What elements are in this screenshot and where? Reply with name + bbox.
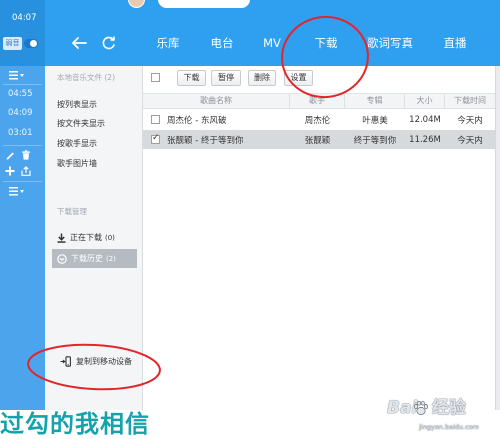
cell-singer: 张靓颖 <box>304 135 331 146</box>
copy-to-device-button[interactable]: 复制到移动设备 <box>60 355 132 367</box>
playlist-menu-button[interactable] <box>9 187 25 196</box>
sidebar-item-list-view[interactable]: 按列表显示 <box>57 100 97 110</box>
avatar[interactable] <box>128 0 145 8</box>
column-header-download-time[interactable]: 下载时间 <box>445 94 495 108</box>
cell-album: 叶惠美 <box>362 115 388 126</box>
phone-transfer-icon <box>60 355 71 367</box>
history-icon <box>57 253 67 264</box>
tab-lyrics-photo[interactable]: 歌词写真 <box>367 35 413 51</box>
toggle-knob <box>30 40 37 47</box>
cell-size: 12.04M <box>409 114 441 125</box>
column-header-song-name[interactable]: 歌曲名称 <box>143 94 290 108</box>
sidebar-item-folder-view[interactable]: 按文件夹显示 <box>57 119 105 129</box>
row-checkbox[interactable] <box>151 133 160 144</box>
playlist-rail: 04:07 弱音 04:55 04:09 03:01 <box>0 0 45 410</box>
cell-song-name: 周杰伦 - 东风破 <box>167 115 227 126</box>
download-icon <box>57 233 66 243</box>
sidebar-item-singer-photo-wall[interactable]: 歌手图片墙 <box>57 159 97 169</box>
divider <box>3 84 42 85</box>
select-all-checkbox[interactable] <box>151 73 160 82</box>
cell-song-name: 张靓颖 - 终于等到你 <box>167 135 244 146</box>
toggle-track <box>24 39 38 48</box>
download-history-panel: 下载 暂停 删除 设置 歌曲名称 歌手 专辑 大小 下载时间 周杰伦 - 东风破… <box>143 66 495 410</box>
track-duration[interactable]: 03:01 <box>8 128 33 138</box>
trash-icon <box>22 150 30 160</box>
delete-button[interactable]: 删除 <box>248 70 276 86</box>
cell-album: 终于等到你 <box>353 135 397 146</box>
tab-live[interactable]: 直播 <box>444 35 467 51</box>
video-caption: 过勾的我相信 <box>0 410 150 438</box>
cell-size: 11.26M <box>409 134 441 145</box>
track-duration[interactable]: 04:55 <box>8 89 33 99</box>
row-checkbox-cell <box>143 115 165 124</box>
sidebar: 本地音乐文件 (2) 按列表显示 按文件夹显示 按歌手显示 歌手图片墙 下载管理… <box>45 66 143 410</box>
table-row[interactable]: 张靓颖 - 终于等到你 张靓颖 终于等到你 11.26M 今天内 <box>143 130 495 149</box>
search-input[interactable] <box>158 0 250 8</box>
scrollbar-track[interactable] <box>495 66 500 410</box>
section-title-download-manager: 下载管理 <box>57 207 87 216</box>
divider <box>3 145 42 146</box>
column-header-album[interactable]: 专辑 <box>345 94 405 108</box>
section-title-local-music: 本地音乐文件 (2) <box>57 73 116 82</box>
add-icon <box>5 166 15 176</box>
refresh-button[interactable] <box>100 35 118 51</box>
list-menu-icon <box>9 187 24 196</box>
tab-download[interactable]: 下载 <box>315 35 338 51</box>
title-bar: 乐库 电台 MV 下载 歌词写真 直播 <box>0 0 500 66</box>
list-menu-icon <box>9 71 24 80</box>
tab-library[interactable]: 乐库 <box>157 35 180 51</box>
refresh-icon <box>102 36 115 50</box>
count-badge: (0) <box>105 233 115 242</box>
watermark-url: jingyan.baidu.com <box>419 423 479 431</box>
mute-toggle[interactable]: 弱音 <box>3 37 38 50</box>
cell-download-time: 今天内 <box>457 115 483 126</box>
row-checkbox-cell <box>143 133 165 144</box>
edit-icon <box>6 152 14 160</box>
back-arrow-icon <box>72 37 87 49</box>
pause-button[interactable]: 暂停 <box>211 70 241 86</box>
copy-to-device-label: 复制到移动设备 <box>76 356 132 366</box>
track-duration[interactable]: 04:09 <box>8 108 33 118</box>
mute-toggle-label: 弱音 <box>3 37 22 50</box>
sidebar-item-downloading[interactable]: 正在下载 (0) <box>52 228 137 247</box>
cell-singer: 周杰伦 <box>304 115 331 126</box>
column-header-singer[interactable]: 歌手 <box>290 94 345 108</box>
count-badge: (2) <box>106 254 116 263</box>
row-checkbox[interactable] <box>151 115 160 124</box>
table-row[interactable]: 周杰伦 - 东风破 周杰伦 叶惠美 12.04M 今天内 <box>143 110 495 129</box>
export-button[interactable] <box>21 166 31 176</box>
download-button[interactable]: 下载 <box>177 70 206 86</box>
sidebar-item-label: 下载历史 <box>71 254 103 263</box>
sidebar-item-label: 正在下载 <box>70 233 102 242</box>
divider <box>3 181 42 182</box>
settings-button[interactable]: 设置 <box>284 70 313 86</box>
back-button[interactable] <box>70 35 88 51</box>
clock-time: 04:07 <box>12 13 37 23</box>
sidebar-item-singer-view[interactable]: 按歌手显示 <box>57 139 97 149</box>
delete-button[interactable] <box>21 150 31 160</box>
tab-mv[interactable]: MV <box>263 35 281 51</box>
tab-radio[interactable]: 电台 <box>211 35 234 51</box>
table-header: 歌曲名称 歌手 专辑 大小 下载时间 <box>143 93 495 109</box>
sidebar-item-download-history[interactable]: 下载历史 (2) <box>52 249 137 268</box>
paw-icon <box>413 400 429 415</box>
playlist-menu-button[interactable] <box>9 71 25 80</box>
column-header-size[interactable]: 大小 <box>405 94 445 108</box>
rail-top: 04:07 弱音 <box>0 0 45 66</box>
watermark-suffix: 经验 <box>432 398 466 418</box>
edit-button[interactable] <box>5 150 15 160</box>
export-icon <box>21 166 31 176</box>
add-button[interactable] <box>5 166 15 176</box>
cell-download-time: 今天内 <box>457 135 483 146</box>
